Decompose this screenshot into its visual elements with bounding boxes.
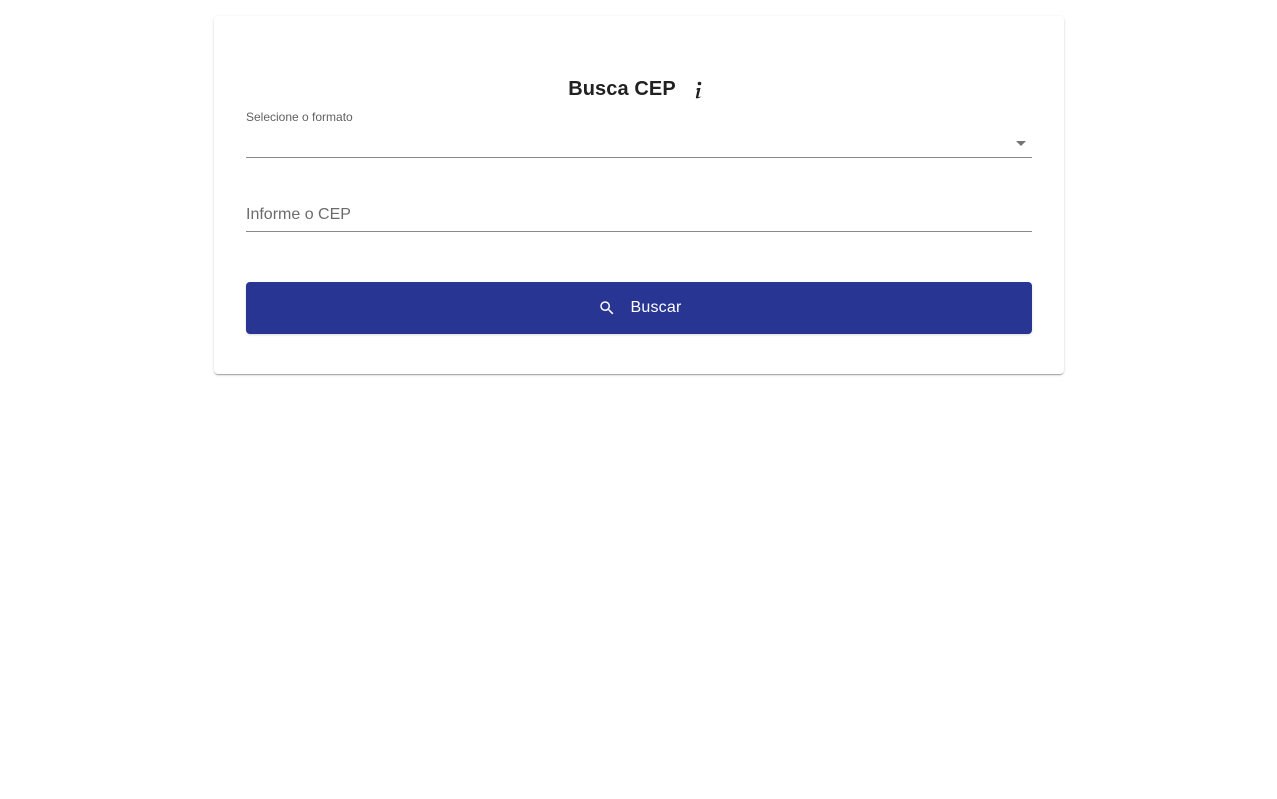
cep-input[interactable] [246, 202, 1032, 228]
title-row: Busca CEP [214, 74, 1064, 104]
format-select-label: Selecione o formato [246, 110, 353, 124]
page-title: Busca CEP [568, 77, 676, 100]
format-select[interactable]: Selecione o formato [246, 108, 1032, 158]
search-icon [597, 298, 617, 318]
info-icon[interactable] [686, 78, 710, 102]
busca-cep-card: Busca CEP Selecione o formato Buscar [214, 16, 1064, 374]
cep-field[interactable] [246, 198, 1032, 232]
search-button-label: Buscar [630, 299, 682, 316]
chevron-down-icon[interactable] [1016, 141, 1026, 146]
search-button[interactable]: Buscar [246, 282, 1032, 334]
format-select-box[interactable] [246, 130, 1032, 158]
